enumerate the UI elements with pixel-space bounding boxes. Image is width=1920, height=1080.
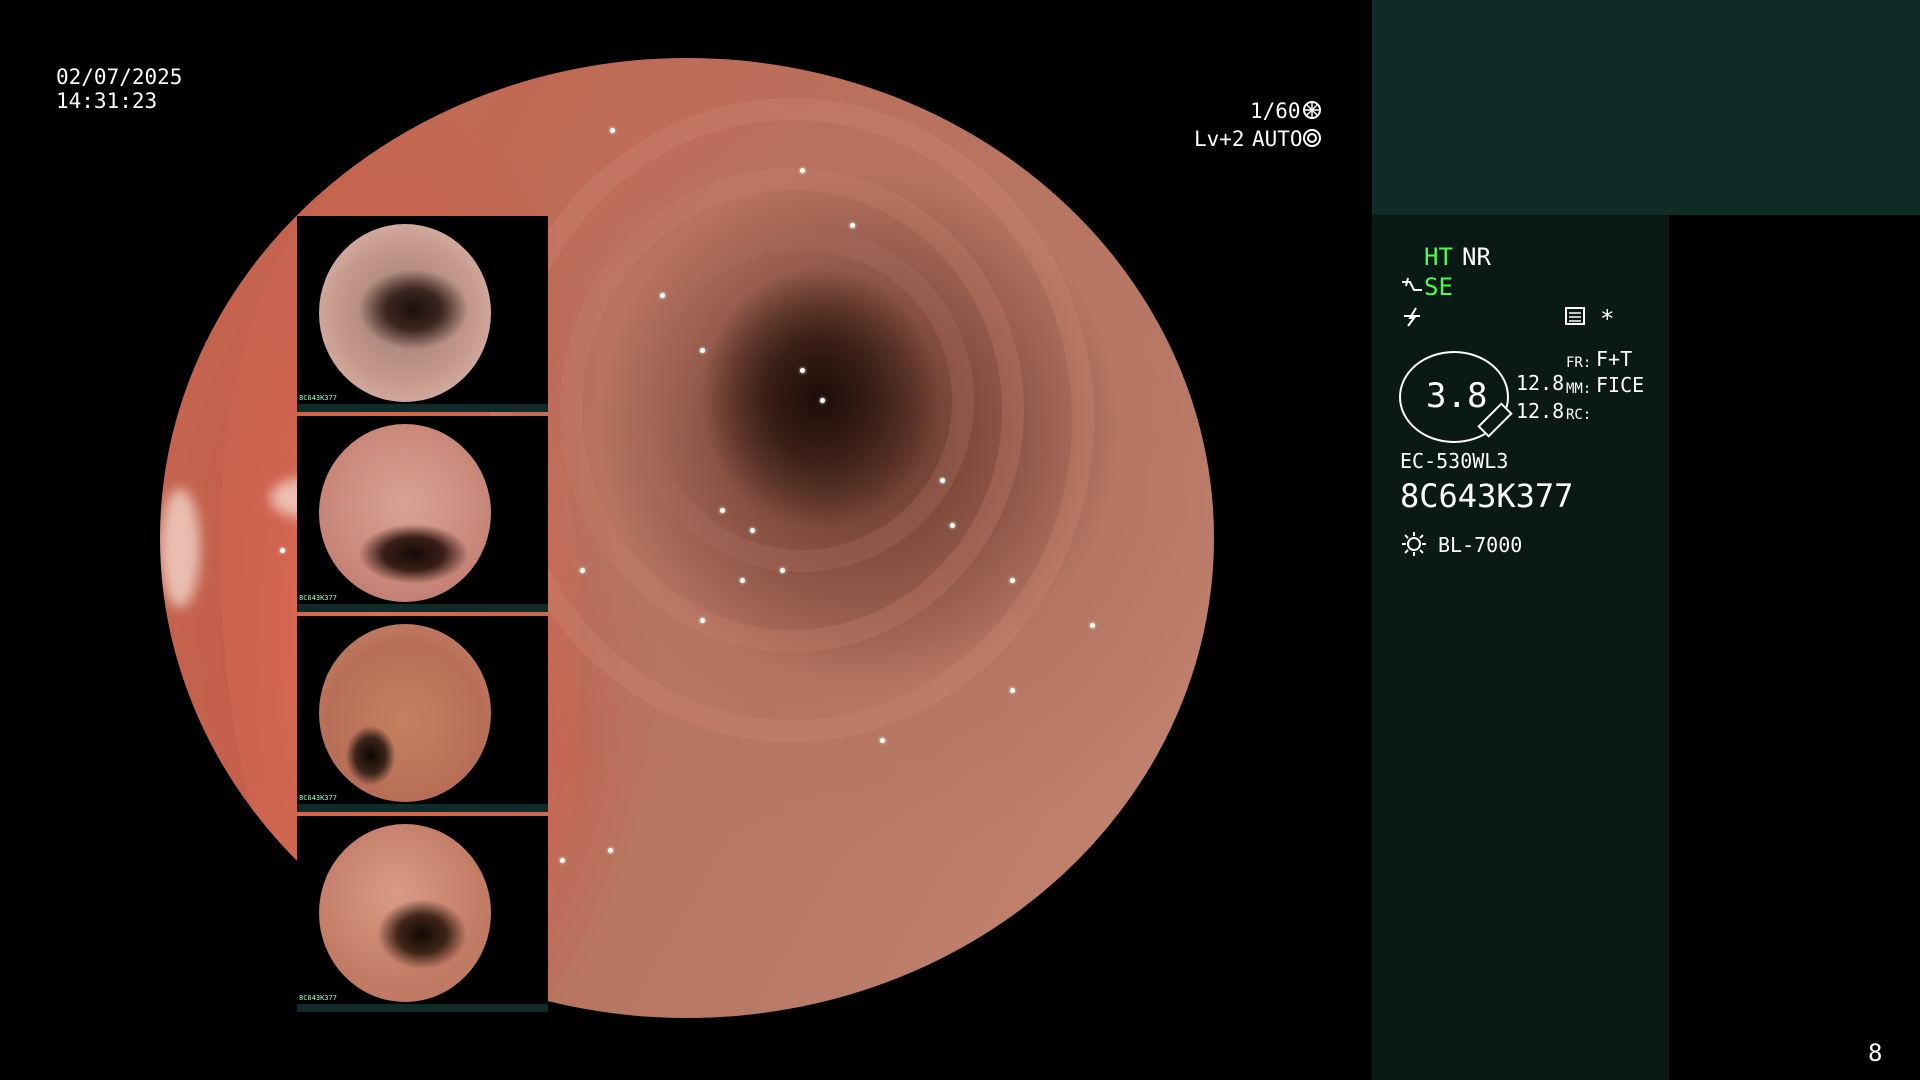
monitor-icon bbox=[1564, 306, 1586, 326]
specular-highlight bbox=[660, 293, 665, 298]
ht-indicator: HT bbox=[1424, 243, 1453, 271]
info-panel bbox=[1372, 215, 1669, 1080]
specular-highlight bbox=[700, 618, 705, 623]
auto-label: AUTO bbox=[1252, 127, 1303, 151]
specular-highlight bbox=[560, 858, 565, 863]
level-label: Lv+2 bbox=[1194, 127, 1245, 151]
thumbnail-bar bbox=[297, 404, 548, 412]
scope-model: EC-530WL3 bbox=[1400, 449, 1509, 473]
thumbnail-image bbox=[319, 824, 491, 1002]
specular-highlight bbox=[940, 478, 945, 483]
specular-highlight bbox=[950, 523, 955, 528]
main-view: 02/07/2025 14:31:23 1/60 Lv+2 AUTO bbox=[0, 0, 1372, 1080]
specular-highlight bbox=[800, 168, 805, 173]
thumbnail-bar bbox=[297, 804, 548, 812]
specular-highlight bbox=[740, 578, 745, 583]
page-number: 8 bbox=[1868, 1039, 1883, 1067]
thumbnail-bar bbox=[297, 604, 548, 612]
thumbnail-serial: 8C643K377 bbox=[299, 994, 337, 1002]
specular-highlight bbox=[280, 548, 285, 553]
capture-thumbnail[interactable]: 8C643K377 bbox=[297, 416, 548, 612]
specular-highlight bbox=[1010, 688, 1015, 693]
wave-icon bbox=[1400, 276, 1424, 298]
thumbnail-serial: 8C643K377 bbox=[299, 394, 337, 402]
aperture-icon bbox=[1302, 100, 1322, 120]
side-header-area bbox=[1372, 0, 1920, 215]
iris-icon bbox=[1302, 128, 1322, 148]
fr-label: FR: bbox=[1566, 355, 1592, 371]
nr-indicator: NR bbox=[1462, 243, 1491, 271]
mm-label: MM: bbox=[1566, 381, 1592, 397]
se-indicator: SE bbox=[1424, 273, 1453, 301]
specular-highlight bbox=[820, 398, 825, 403]
zoom-value: 3.8 bbox=[1426, 376, 1488, 416]
specular-highlight bbox=[750, 528, 755, 533]
rc-label: RC: bbox=[1566, 407, 1592, 423]
asterisk-indicator: * bbox=[1600, 305, 1615, 333]
capture-thumbnail[interactable]: 8C643K377 bbox=[297, 616, 548, 812]
capture-thumbnail[interactable]: 8C643K377 bbox=[297, 216, 548, 412]
value-bottom: 12.8 bbox=[1516, 399, 1565, 423]
thumbnail-image bbox=[319, 224, 491, 402]
thumbnail-image bbox=[319, 624, 491, 802]
thumbnail-column bbox=[1669, 215, 1920, 1080]
lesion-spot bbox=[160, 488, 200, 608]
mm-value: FICE bbox=[1596, 373, 1645, 397]
thumbnail-serial: 8C643K377 bbox=[299, 594, 337, 602]
value-top: 12.8 bbox=[1516, 371, 1565, 395]
thumbnail-bar bbox=[297, 1004, 548, 1012]
sun-icon bbox=[1400, 530, 1428, 558]
thumbnail-serial: 8C643K377 bbox=[299, 794, 337, 802]
capture-thumbnail[interactable]: 8C643K377 bbox=[297, 816, 548, 1012]
date-label: 02/07/2025 bbox=[56, 65, 183, 89]
specular-highlight bbox=[608, 848, 613, 853]
specular-highlight bbox=[850, 223, 855, 228]
specular-highlight bbox=[720, 508, 725, 513]
mucosa-fold bbox=[630, 228, 974, 572]
time-label: 14:31:23 bbox=[56, 89, 158, 113]
specular-highlight bbox=[700, 348, 705, 353]
light-source-label: BL-7000 bbox=[1438, 533, 1523, 557]
lightning-icon bbox=[1402, 306, 1422, 328]
shutter-speed: 1/60 bbox=[1250, 99, 1301, 123]
specular-highlight bbox=[610, 128, 615, 133]
specular-highlight bbox=[1090, 623, 1095, 628]
thumbnail-image bbox=[319, 424, 491, 602]
specular-highlight bbox=[880, 738, 885, 743]
specular-highlight bbox=[1010, 578, 1015, 583]
scope-serial: 8C643K377 bbox=[1400, 477, 1574, 515]
specular-highlight bbox=[400, 62, 405, 67]
specular-highlight bbox=[800, 368, 805, 373]
specular-highlight bbox=[580, 568, 585, 573]
fr-value: F+T bbox=[1596, 347, 1633, 371]
specular-highlight bbox=[780, 568, 785, 573]
